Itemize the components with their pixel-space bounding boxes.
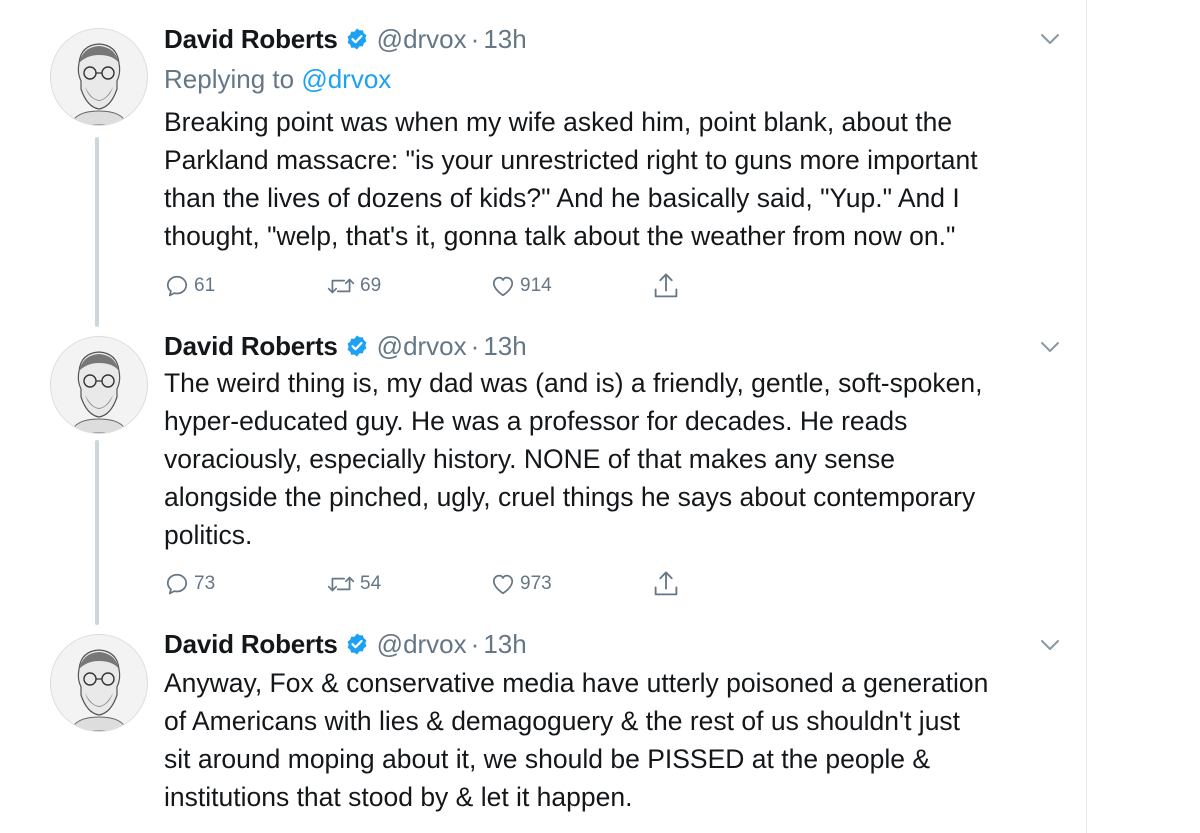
- timestamp[interactable]: 13h: [483, 21, 526, 57]
- author-name[interactable]: David Roberts: [164, 328, 338, 364]
- author-handle[interactable]: @drvox: [377, 626, 467, 662]
- like-button[interactable]: 914: [490, 270, 552, 302]
- retweet-count: 54: [360, 573, 382, 594]
- share-button[interactable]: [652, 568, 684, 600]
- like-count: 973: [520, 573, 552, 594]
- like-count: 914: [520, 275, 552, 296]
- share-icon: [654, 571, 678, 596]
- tweet[interactable]: David Roberts @drvox · 13h Anyway, Fox &…: [0, 629, 1086, 833]
- author-handle[interactable]: @drvox: [377, 328, 467, 364]
- tweet-text: Anyway, Fox & conservative media have ut…: [164, 668, 989, 812]
- retweet-button[interactable]: 69: [326, 270, 381, 302]
- chevron-down-icon[interactable]: [1040, 32, 1060, 46]
- heart-icon: [492, 574, 514, 595]
- like-button[interactable]: 973: [490, 568, 552, 600]
- retweet-count: 69: [360, 275, 382, 296]
- retweet-button[interactable]: 54: [326, 568, 381, 600]
- author-name[interactable]: David Roberts: [164, 626, 338, 662]
- replying-to: Replying to @drvox: [164, 61, 391, 97]
- tweet-header: David Roberts @drvox · 13h: [164, 626, 527, 662]
- reply-button[interactable]: 73: [164, 568, 215, 600]
- reply-icon: [166, 275, 188, 297]
- verified-badge-icon: [347, 335, 367, 357]
- avatar-sketch-icon: [51, 635, 147, 731]
- author-name[interactable]: David Roberts: [164, 21, 338, 57]
- retweet-icon: [327, 576, 355, 592]
- tweet[interactable]: David Roberts @drvox · 13h The weird thi…: [0, 330, 1086, 630]
- tweet-header: David Roberts @drvox · 13h: [164, 21, 527, 57]
- heart-icon: [492, 276, 514, 297]
- replying-to-label: Replying to: [164, 64, 295, 94]
- chevron-down-icon[interactable]: [1040, 638, 1060, 652]
- reply-button[interactable]: 61: [164, 270, 215, 302]
- separator-dot: ·: [470, 24, 480, 54]
- avatar[interactable]: [50, 28, 148, 126]
- tweet-text: Breaking point was when my wife asked hi…: [164, 107, 978, 251]
- avatar[interactable]: [50, 336, 148, 434]
- retweet-icon: [327, 278, 355, 294]
- tweet[interactable]: David Roberts @drvox · 13h Replying to @…: [0, 0, 1086, 330]
- tweet-text: The weird thing is, my dad was (and is) …: [164, 368, 983, 550]
- timeline-border: [1086, 0, 1087, 833]
- reply-icon: [166, 573, 188, 595]
- avatar[interactable]: [50, 634, 148, 732]
- timestamp[interactable]: 13h: [483, 328, 526, 364]
- avatar-sketch-icon: [51, 337, 147, 433]
- reply-count: 61: [194, 275, 216, 296]
- separator-dot: ·: [470, 629, 480, 659]
- timestamp[interactable]: 13h: [483, 626, 526, 662]
- verified-badge-icon: [347, 633, 367, 655]
- share-button[interactable]: [652, 270, 684, 302]
- reply-count: 73: [194, 573, 216, 594]
- chevron-down-icon[interactable]: [1040, 340, 1060, 354]
- tweet-header: David Roberts @drvox · 13h: [164, 328, 527, 364]
- separator-dot: ·: [470, 331, 480, 361]
- share-icon: [654, 273, 678, 298]
- replying-to-handle-link[interactable]: @drvox: [301, 64, 391, 94]
- avatar-sketch-icon: [51, 29, 147, 125]
- author-handle[interactable]: @drvox: [377, 21, 467, 57]
- verified-badge-icon: [347, 28, 367, 50]
